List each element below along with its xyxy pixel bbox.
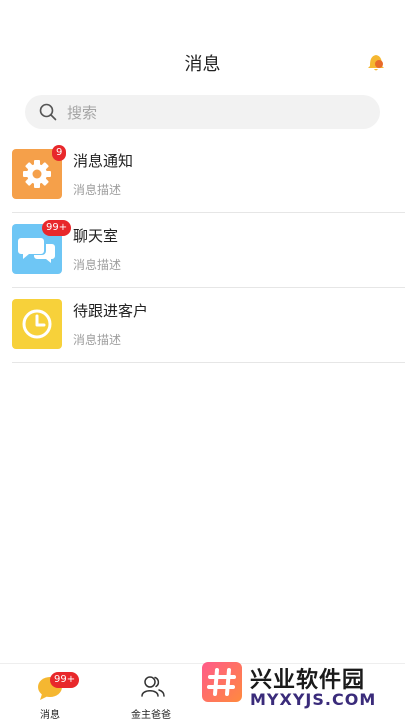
watermark: 兴业软件园 MYXYJS.COM	[200, 660, 405, 720]
users-icon	[141, 676, 165, 697]
divider	[12, 362, 405, 363]
list-item-chatroom[interactable]: 99+ 聊天室 消息描述	[0, 213, 405, 288]
item-description: 消息描述	[73, 183, 122, 197]
unread-badge: 9	[52, 145, 67, 161]
item-title: 消息通知	[73, 152, 134, 170]
watermark-subtitle: MYXYJS.COM	[250, 690, 377, 709]
tab-unread-badge: 99+	[50, 672, 80, 688]
list-item-follow-up-customers[interactable]: 待跟进客户 消息描述	[0, 288, 405, 363]
page-title: 消息	[184, 54, 221, 75]
search-placeholder: 搜索	[67, 104, 98, 122]
tab-label: 金主爸爸	[131, 710, 171, 720]
search-icon	[39, 103, 57, 121]
item-title: 待跟进客户	[73, 302, 149, 320]
tab-messages[interactable]: 99+ 消息	[28, 664, 80, 720]
tab-sponsors[interactable]: 金主爸爸	[122, 664, 182, 720]
item-description: 消息描述	[73, 333, 122, 347]
unread-badge: 99+	[42, 220, 72, 236]
header: 消息	[0, 0, 405, 88]
search-bar[interactable]: 搜索	[25, 95, 380, 129]
list-item-notification[interactable]: 9 消息通知 消息描述	[0, 138, 405, 213]
clock-icon	[22, 309, 52, 339]
bell-icon[interactable]	[367, 52, 385, 72]
follow-up-tile	[12, 299, 62, 349]
tab-label: 消息	[40, 710, 60, 720]
hash-icon	[207, 668, 236, 696]
item-description: 消息描述	[73, 258, 122, 272]
item-title: 聊天室	[73, 227, 119, 245]
watermark-logo	[202, 662, 242, 702]
